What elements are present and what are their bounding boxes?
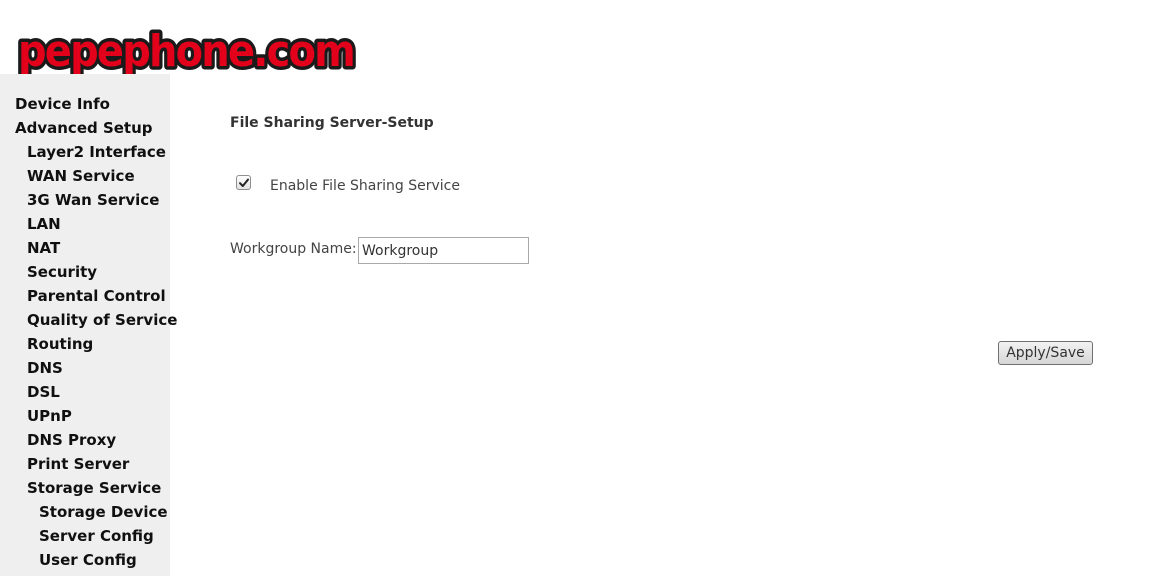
workgroup-name-label: Workgroup Name: bbox=[230, 241, 357, 257]
sidebar: Device Info Advanced Setup Layer2 Interfac… bbox=[0, 74, 177, 576]
sidebar-item-security[interactable]: Security bbox=[27, 260, 97, 284]
sidebar-item-3g-wan-service[interactable]: 3G Wan Service bbox=[27, 188, 159, 212]
sidebar-item-upnp[interactable]: UPnP bbox=[27, 404, 72, 428]
sidebar-item-advanced-setup[interactable]: Advanced Setup bbox=[15, 116, 153, 140]
workgroup-name-input[interactable] bbox=[358, 237, 529, 264]
pepephone-logo: pepephone.com pepephone.com bbox=[12, 22, 362, 79]
sidebar-item-lan[interactable]: LAN bbox=[27, 212, 61, 236]
sidebar-item-nat[interactable]: NAT bbox=[27, 236, 60, 260]
page-title: File Sharing Server-Setup bbox=[230, 115, 434, 131]
sidebar-item-server-config[interactable]: Server Config bbox=[39, 524, 154, 548]
checkmark-icon bbox=[239, 178, 249, 187]
sidebar-item-dsl[interactable]: DSL bbox=[27, 380, 60, 404]
sidebar-item-storage-service[interactable]: Storage Service bbox=[27, 476, 161, 500]
sidebar-item-print-server[interactable]: Print Server bbox=[27, 452, 129, 476]
enable-file-sharing-label[interactable]: Enable File Sharing Service bbox=[270, 178, 460, 194]
enable-file-sharing-checkbox[interactable] bbox=[236, 175, 251, 190]
apply-save-button[interactable]: Apply/Save bbox=[998, 341, 1093, 365]
sidebar-item-routing[interactable]: Routing bbox=[27, 332, 93, 356]
sidebar-item-layer2-interface[interactable]: Layer2 Interface bbox=[27, 140, 166, 164]
logo-graphic: pepephone.com pepephone.com bbox=[15, 23, 360, 79]
svg-text:pepephone.com: pepephone.com bbox=[18, 26, 354, 77]
sidebar-item-device-info[interactable]: Device Info bbox=[15, 92, 110, 116]
sidebar-item-dns-proxy[interactable]: DNS Proxy bbox=[27, 428, 116, 452]
page: pepephone.com pepephone.com Device Info A… bbox=[0, 0, 1160, 576]
sidebar-item-quality-of-service[interactable]: Quality of Service bbox=[27, 308, 177, 332]
sidebar-item-dns[interactable]: DNS bbox=[27, 356, 63, 380]
sidebar-item-parental-control[interactable]: Parental Control bbox=[27, 284, 166, 308]
sidebar-item-storage-device[interactable]: Storage Device bbox=[39, 500, 168, 524]
sidebar-item-user-config[interactable]: User Config bbox=[39, 548, 137, 572]
sidebar-item-wan-service[interactable]: WAN Service bbox=[27, 164, 135, 188]
